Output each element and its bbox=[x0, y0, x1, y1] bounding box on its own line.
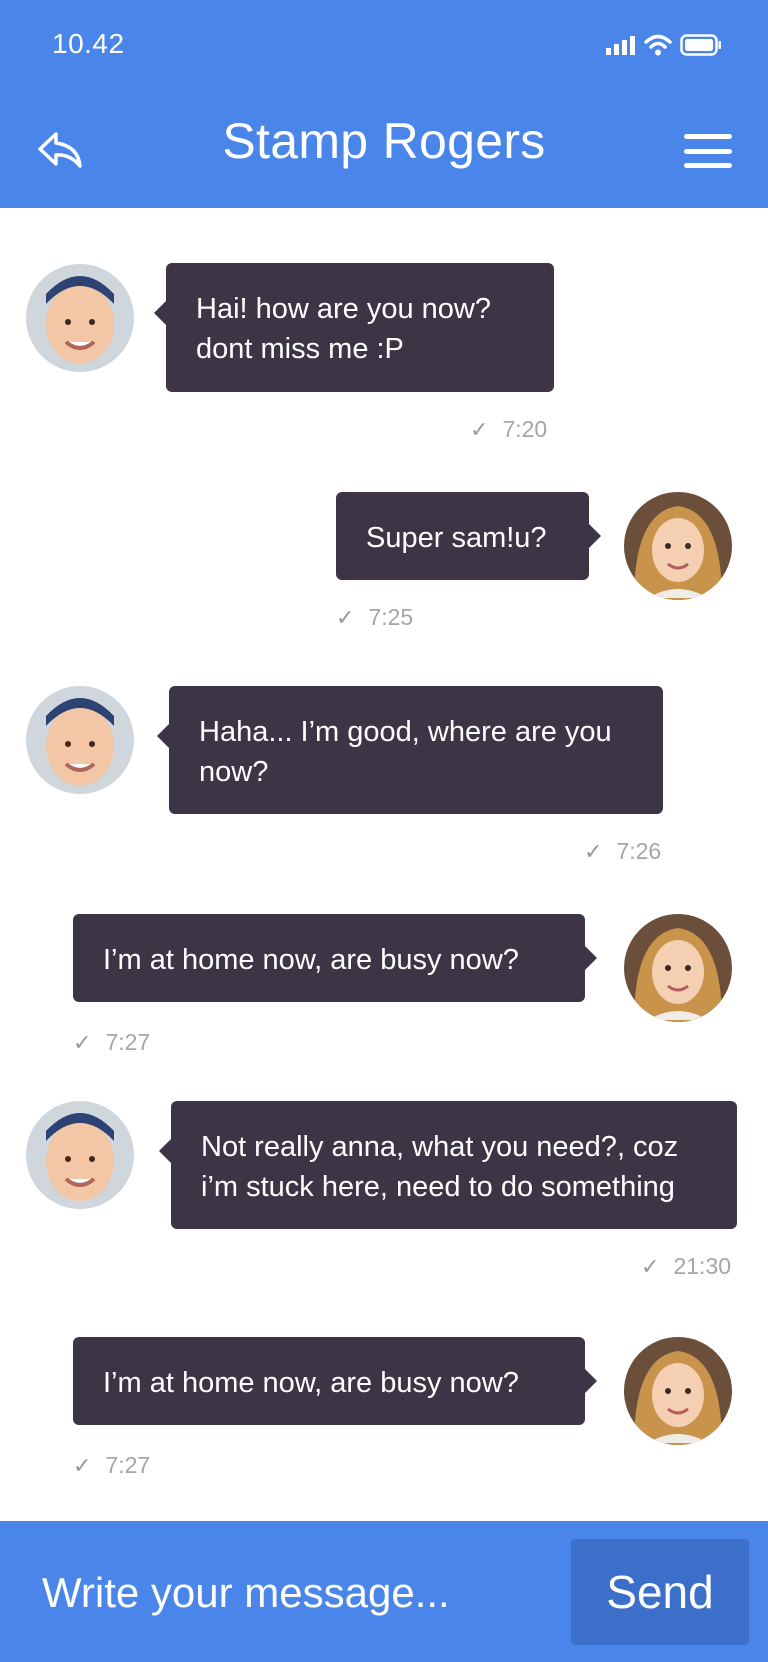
send-button[interactable]: Send bbox=[571, 1539, 749, 1645]
message-meta: ✓ 7:27 bbox=[73, 1452, 150, 1479]
message-input[interactable] bbox=[40, 1557, 564, 1629]
page-title: Stamp Rogers bbox=[222, 113, 546, 169]
chat-bubble[interactable]: I’m at home now, are busy now? bbox=[73, 1337, 597, 1425]
message-time: 7:27 bbox=[105, 1452, 151, 1478]
message-meta: ✓ 21:30 bbox=[641, 1253, 731, 1280]
battery-icon bbox=[680, 34, 721, 56]
check-icon: ✓ bbox=[73, 1029, 92, 1055]
message-text: I’m at home now, are busy now? bbox=[103, 944, 519, 976]
status-icons bbox=[606, 34, 722, 56]
avatar-boy[interactable] bbox=[26, 686, 134, 794]
check-icon: ✓ bbox=[470, 416, 489, 442]
avatar-boy[interactable] bbox=[26, 1101, 134, 1209]
check-icon: ✓ bbox=[336, 604, 355, 630]
status-time: 10.42 bbox=[52, 28, 125, 59]
check-icon: ✓ bbox=[584, 838, 603, 864]
chat-bubble[interactable]: Haha... I’m good, where are you now? bbox=[157, 686, 663, 814]
message-text: Haha... I’m good, where are you now? bbox=[199, 716, 612, 788]
message-text: Not really anna, what you need?, coz i’m… bbox=[201, 1131, 679, 1203]
message-meta: ✓ 7:20 bbox=[470, 416, 547, 443]
message-composer: Send bbox=[0, 1521, 768, 1662]
message-meta: ✓ 7:26 bbox=[584, 838, 661, 865]
avatar-girl[interactable] bbox=[624, 492, 732, 600]
message-time: 21:30 bbox=[673, 1253, 731, 1279]
check-icon: ✓ bbox=[641, 1253, 660, 1279]
chat-bubble[interactable]: Hai! how are you now? dont miss me :P bbox=[154, 263, 554, 392]
message-meta: ✓ 7:27 bbox=[73, 1029, 150, 1056]
message-meta: ✓ 7:25 bbox=[336, 604, 413, 631]
avatar-girl[interactable] bbox=[624, 914, 732, 1022]
hamburger-icon-line bbox=[684, 163, 732, 168]
check-icon: ✓ bbox=[73, 1452, 92, 1478]
avatar-boy[interactable] bbox=[26, 264, 134, 372]
message-text: Super sam!u? bbox=[366, 522, 547, 554]
chat-bubble[interactable]: Super sam!u? bbox=[336, 492, 601, 580]
chat-bubble[interactable]: I’m at home now, are busy now? bbox=[73, 914, 597, 1002]
message-time: 7:25 bbox=[368, 604, 414, 630]
hamburger-icon-line bbox=[684, 148, 732, 154]
menu-button[interactable] bbox=[684, 134, 732, 168]
hamburger-icon-line bbox=[684, 134, 732, 139]
wifi-icon bbox=[644, 34, 672, 56]
app-header: 10.42 Stamp Rogers bbox=[0, 0, 768, 208]
message-time: 7:20 bbox=[502, 416, 548, 442]
message-text: I’m at home now, are busy now? bbox=[103, 1367, 519, 1399]
message-time: 7:26 bbox=[616, 838, 662, 864]
message-time: 7:27 bbox=[105, 1029, 151, 1055]
avatar-girl[interactable] bbox=[624, 1337, 732, 1445]
signal-icon bbox=[606, 36, 635, 55]
message-text: Hai! how are you now? dont miss me :P bbox=[196, 293, 491, 365]
chat-bubble[interactable]: Not really anna, what you need?, coz i’m… bbox=[159, 1101, 737, 1229]
